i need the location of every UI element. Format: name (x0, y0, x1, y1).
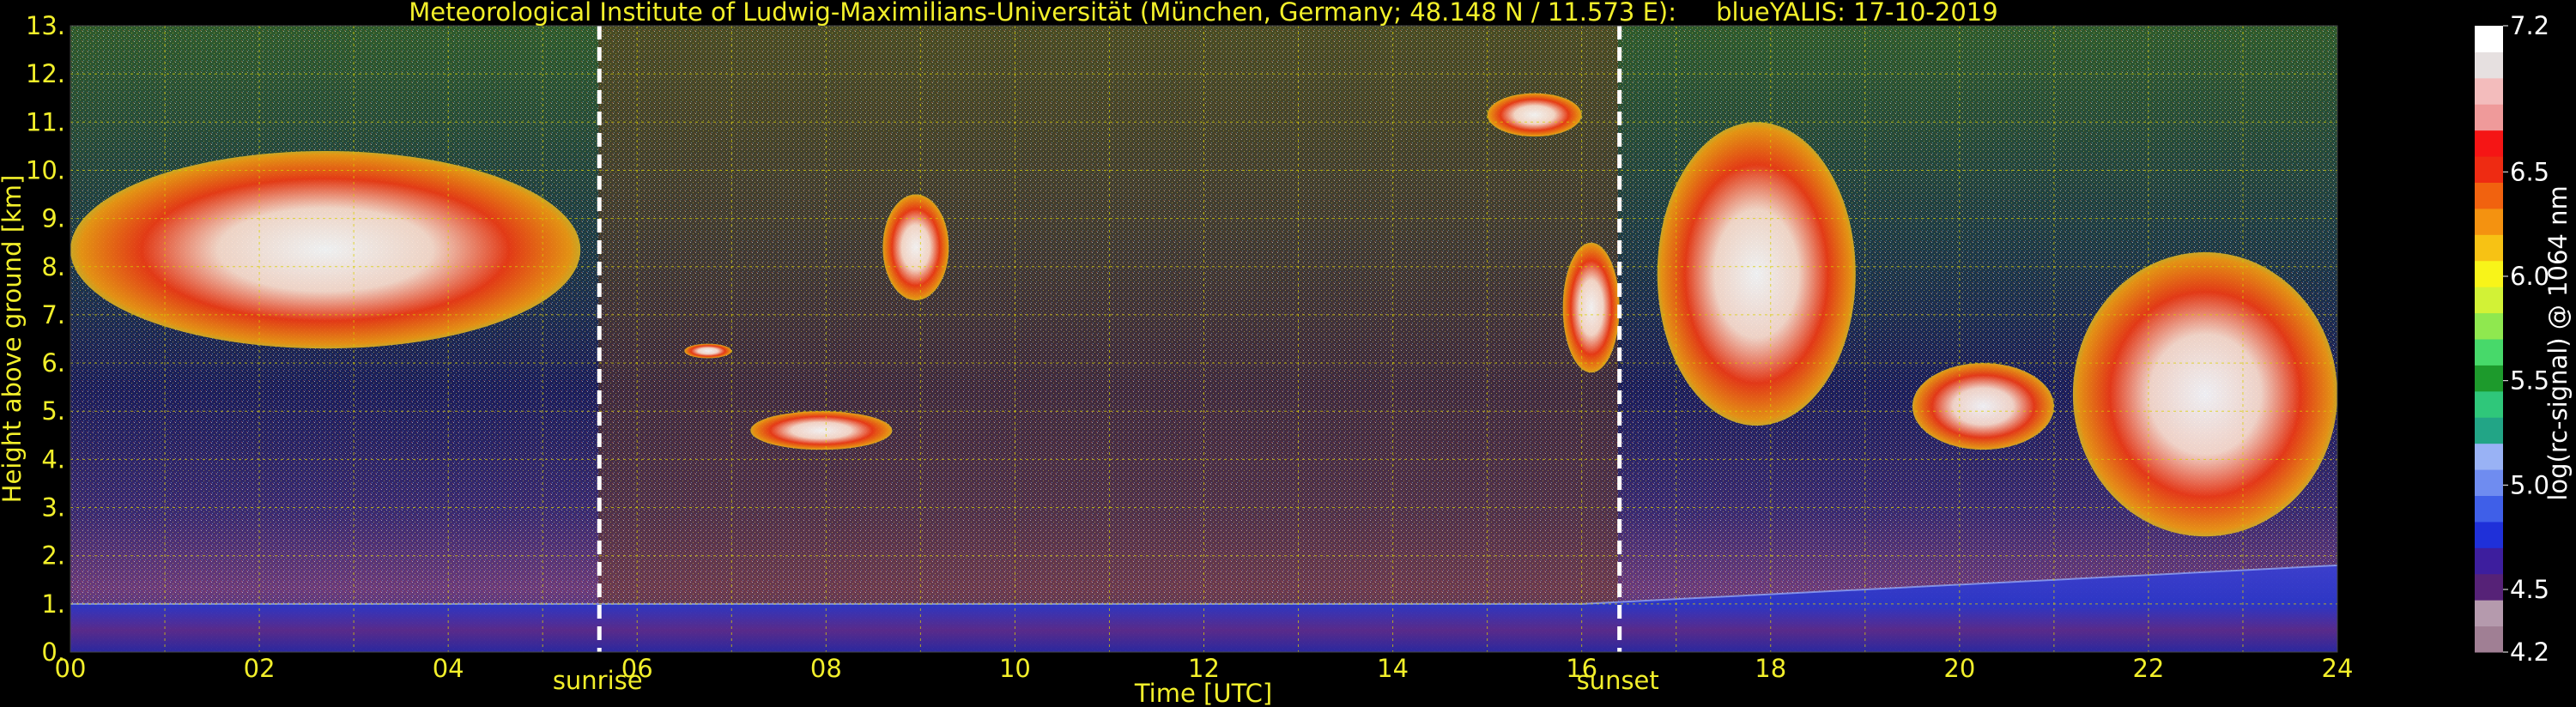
colorbar-tick-label: 4.5 (2510, 575, 2549, 604)
lidar-chart: Meteorological Institute of Ludwig-Maxim… (0, 0, 2573, 707)
colorbar-swatch (2475, 417, 2503, 444)
cloud-layer-0 (70, 151, 581, 349)
y-tick-label: 3. (41, 493, 65, 523)
x-tick-label: 18 (1755, 654, 1786, 683)
colorbar: 4.24.55.05.56.06.57.2 log(rc-signal) @ 1… (2475, 11, 2573, 667)
colorbar-swatch (2475, 573, 2503, 601)
x-tick-label: 02 (244, 654, 276, 683)
colorbar-swatch (2475, 260, 2503, 287)
sunrise-label: sunrise (553, 666, 643, 695)
colorbar-swatch (2475, 130, 2503, 157)
y-tick-labels: 0. 1. 2. 3. 4. 5. 6. 7. 8. 9. 10. 11. 12. 13. (26, 11, 65, 667)
colorbar-swatches (2475, 26, 2503, 653)
colorbar-swatch (2475, 521, 2503, 548)
colorbar-swatch (2475, 390, 2503, 418)
colorbar-tick-label: 7.2 (2510, 11, 2549, 40)
sun-marker-labels: sunrise sunset (553, 666, 1659, 695)
colorbar-swatch (2475, 443, 2503, 470)
y-tick-label: 10. (26, 155, 65, 184)
colorbar-swatch (2475, 208, 2503, 235)
colorbar-tick-labels: 4.24.55.05.56.06.57.2 (2503, 11, 2549, 667)
cloud-layer-6 (1657, 122, 1856, 426)
colorbar-swatch (2475, 339, 2503, 366)
y-tick-label: 9. (41, 204, 65, 233)
cloud-layer-3 (882, 194, 949, 301)
cloud-layer-8 (2072, 251, 2337, 537)
x-tick-label: 10 (999, 654, 1031, 683)
colorbar-swatch (2475, 495, 2503, 523)
y-tick-label: 1. (41, 589, 65, 619)
colorbar-swatch (2475, 234, 2503, 262)
cloud-layer-1 (684, 343, 732, 359)
y-tick-label: 5. (41, 396, 65, 426)
x-tick-label: 04 (433, 654, 464, 683)
y-tick-label: 2. (41, 541, 65, 571)
y-tick-label: 4. (41, 444, 65, 474)
cloud-layer-2 (750, 411, 893, 450)
x-tick-label: 20 (1943, 654, 1975, 683)
colorbar-swatch (2475, 287, 2503, 314)
colorbar-swatch (2475, 104, 2503, 131)
y-tick-label: 8. (41, 252, 65, 281)
colorbar-label: log(rc-signal) @ 1064 nm (2543, 185, 2573, 500)
y-tick-label: 7. (41, 300, 65, 329)
chart-title: Meteorological Institute of Ludwig-Maxim… (409, 0, 1997, 27)
x-tick-label: 14 (1377, 654, 1409, 683)
colorbar-swatch (2475, 547, 2503, 575)
colorbar-swatch (2475, 26, 2503, 52)
y-axis-label: Height above ground [km] (0, 175, 27, 504)
y-tick-label: 12. (26, 59, 65, 88)
colorbar-swatch (2475, 365, 2503, 392)
cloud-layer-4 (1487, 93, 1582, 137)
x-tick-label: 22 (2132, 654, 2164, 683)
y-tick-label: 6. (41, 348, 65, 378)
colorbar-swatch (2475, 77, 2503, 105)
cloud-layer-7 (1912, 363, 2054, 450)
colorbar-swatch (2475, 600, 2503, 627)
x-tick-label: 24 (2322, 654, 2354, 683)
x-tick-label: 08 (810, 654, 842, 683)
colorbar-swatch (2475, 625, 2503, 653)
colorbar-swatch (2475, 51, 2503, 79)
colorbar-swatch (2475, 182, 2503, 209)
cloud-layer-5 (1562, 242, 1620, 373)
y-tick-label: 11. (26, 107, 65, 136)
colorbar-swatch (2475, 156, 2503, 183)
colorbar-tick-label: 6.5 (2510, 157, 2549, 186)
y-tick-label: 0. (41, 638, 65, 667)
colorbar-tick-label: 4.2 (2510, 638, 2549, 667)
colorbar-swatch (2475, 469, 2503, 496)
y-tick-label: 13. (26, 11, 65, 40)
plot-area (70, 25, 2338, 653)
colorbar-swatch (2475, 312, 2503, 340)
x-axis-label: Time [UTC] (1134, 679, 1272, 707)
sunset-label: sunset (1577, 666, 1659, 695)
